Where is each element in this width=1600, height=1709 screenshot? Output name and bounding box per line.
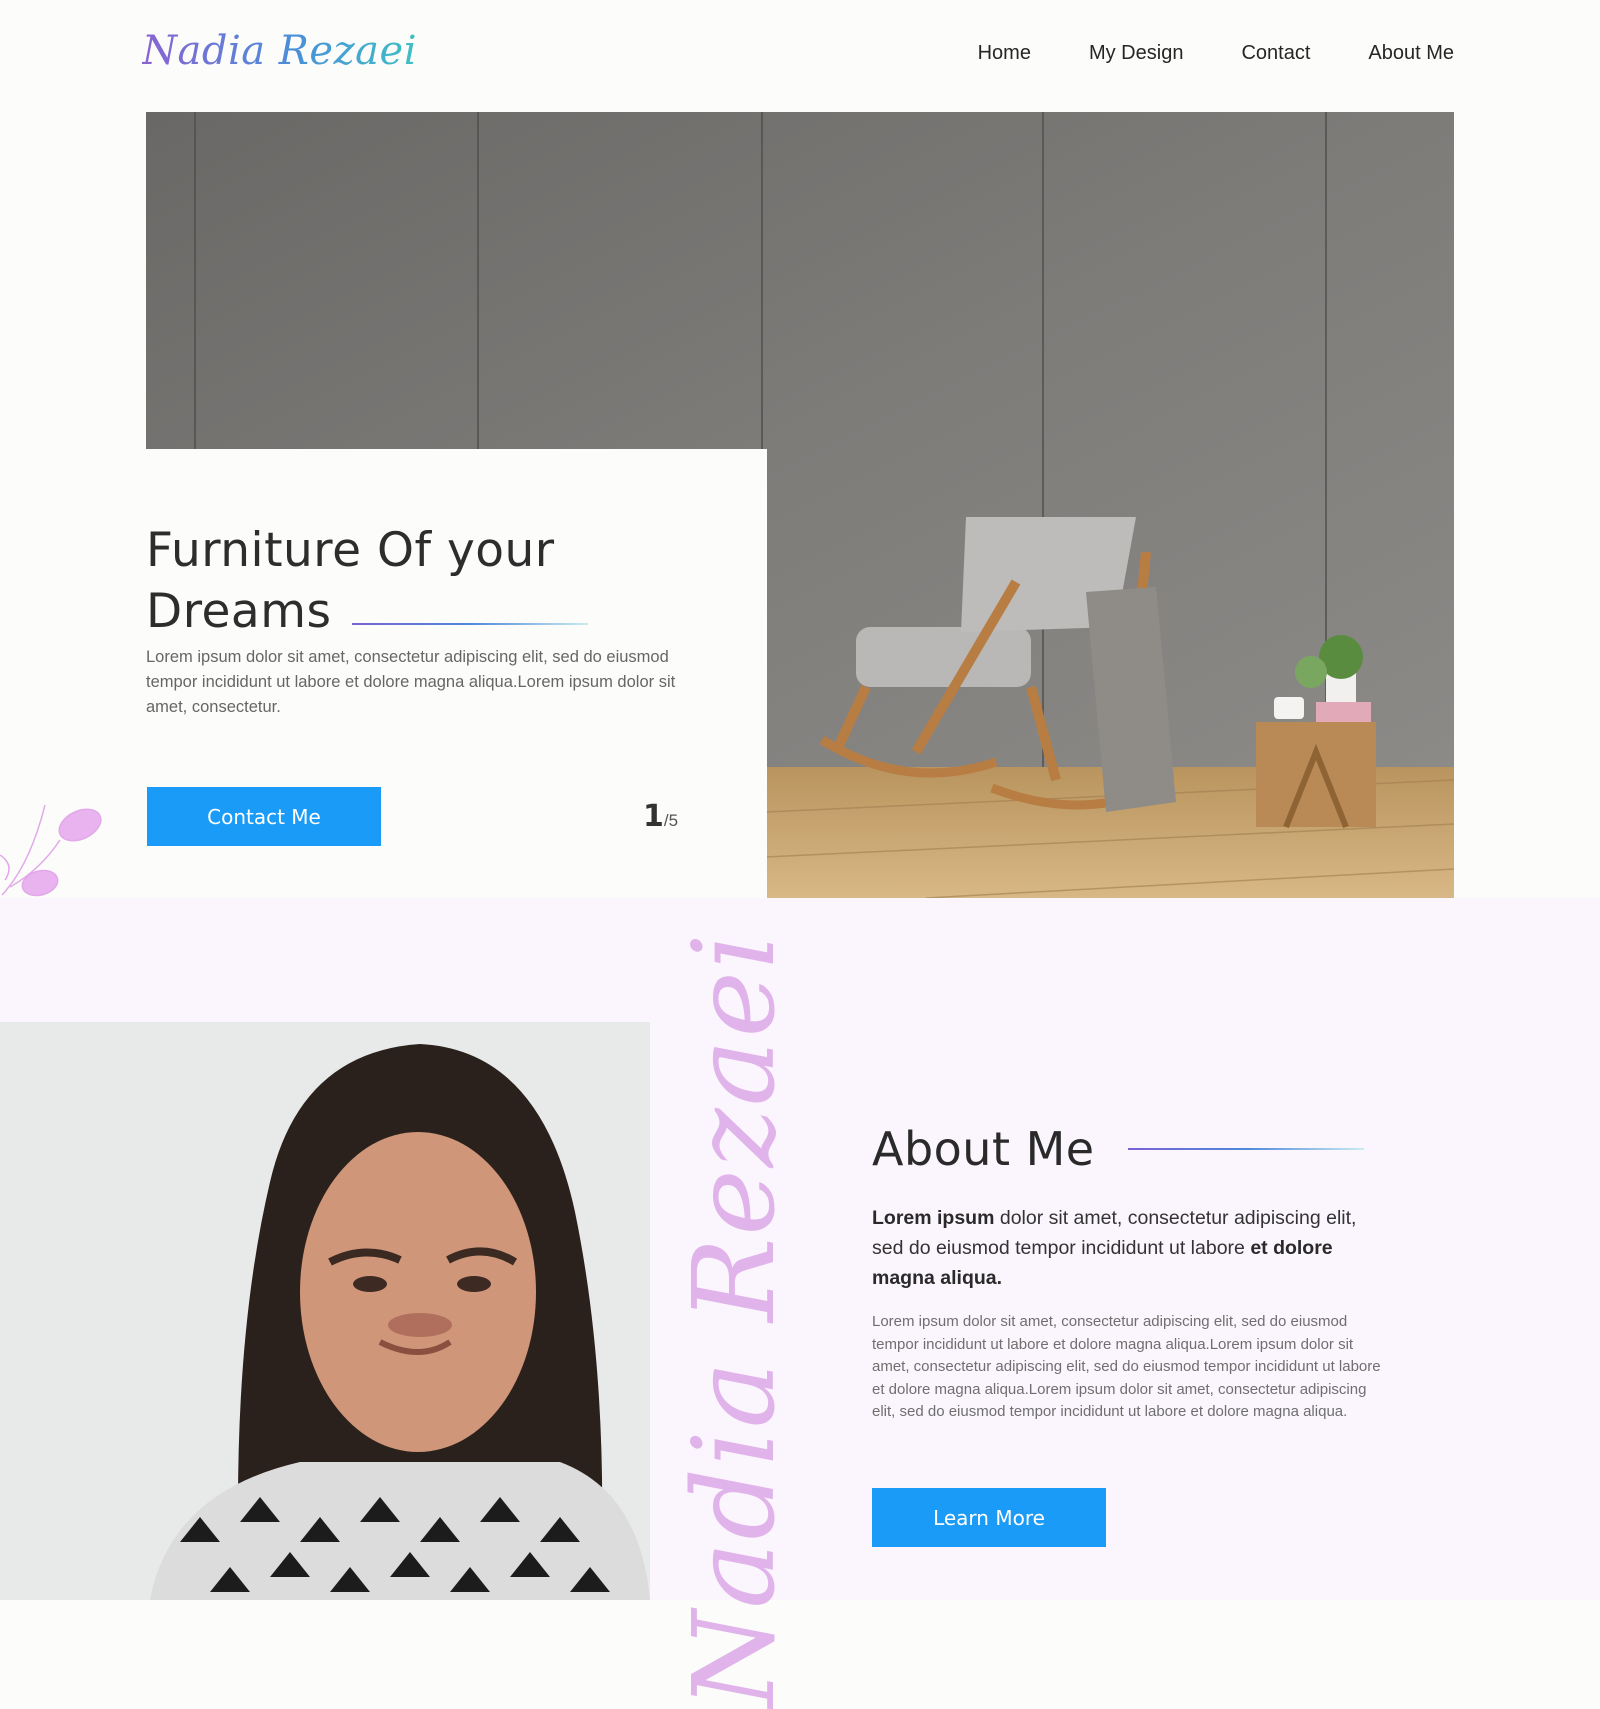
hero-description: Lorem ipsum dolor sit amet, consectetur … (146, 648, 676, 716)
flower-decoration-icon (0, 804, 102, 897)
slide-counter: 1/5 (643, 799, 678, 834)
lead-bold-start: Lorem ipsum (872, 1207, 995, 1229)
about-title: About Me (872, 1122, 1095, 1176)
learn-more-button[interactable]: Learn More (872, 1488, 1106, 1547)
about-body: Lorem ipsum dolor sit amet, consectetur … (872, 1313, 1381, 1420)
nav-contact[interactable]: Contact (1241, 42, 1310, 65)
main-nav: Home My Design Contact About Me (978, 42, 1454, 65)
vertical-script-name: Nadia Rezaei (670, 931, 800, 1709)
slide-total: /5 (663, 811, 679, 830)
nav-home[interactable]: Home (978, 42, 1031, 65)
site-logo[interactable]: Nadia Rezaei (142, 28, 417, 74)
portrait-photo (0, 1022, 650, 1600)
about-lead: Lorem ipsum dolor sit amet, consectetur … (872, 1203, 1392, 1293)
slide-current: 1 (643, 799, 664, 834)
about-title-underline (1128, 1148, 1364, 1150)
nav-about-me[interactable]: About Me (1368, 42, 1454, 65)
nav-my-design[interactable]: My Design (1089, 42, 1183, 65)
contact-me-button[interactable]: Contact Me (147, 787, 381, 846)
title-underline (352, 623, 588, 625)
